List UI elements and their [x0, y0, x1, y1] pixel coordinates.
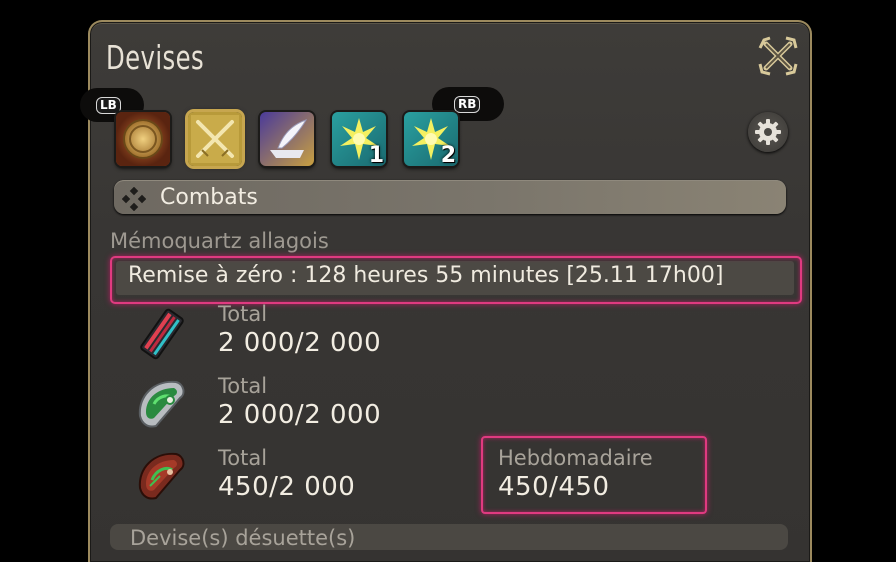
- gil-coin-icon: [116, 112, 170, 166]
- total-label: Total: [218, 446, 268, 470]
- quill-anvil-icon: [260, 112, 314, 166]
- settings-gear-icon[interactable]: [748, 112, 788, 152]
- obsolete-section-title: Devise(s) désuette(s): [130, 526, 356, 550]
- weekly-highlight: [481, 436, 707, 514]
- reset-highlight: [110, 256, 802, 304]
- tab-badge-1: 1: [368, 143, 384, 166]
- green-tomestone-icon: [132, 374, 192, 434]
- tribe-tab-1[interactable]: 1: [332, 112, 386, 166]
- crossed-swords-icon: [188, 112, 242, 166]
- total-label: Total: [218, 302, 268, 326]
- coin-tab[interactable]: [116, 112, 170, 166]
- red-tomestone-icon: [132, 446, 192, 506]
- rb-label: RB: [454, 95, 481, 113]
- total-label: Total: [218, 374, 268, 398]
- window-title: Devises: [106, 38, 205, 77]
- total-value: 2 000/2 000: [218, 400, 382, 430]
- tab-badge-2: 2: [440, 143, 456, 166]
- total-value: 450/2 000: [218, 472, 356, 502]
- red-poetics-icon: [132, 304, 192, 364]
- lb-label: LB: [96, 96, 121, 114]
- total-value: 2 000/2 000: [218, 328, 382, 358]
- crafting-tab[interactable]: [260, 112, 314, 166]
- diamond-bullet-icon: [121, 186, 147, 212]
- combat-tab[interactable]: [188, 112, 242, 166]
- tribe-tab-2[interactable]: 2: [404, 112, 458, 166]
- currency-group-heading: Mémoquartz allagois: [110, 229, 329, 253]
- close-icon[interactable]: [756, 34, 800, 78]
- section-title: Combats: [160, 185, 258, 210]
